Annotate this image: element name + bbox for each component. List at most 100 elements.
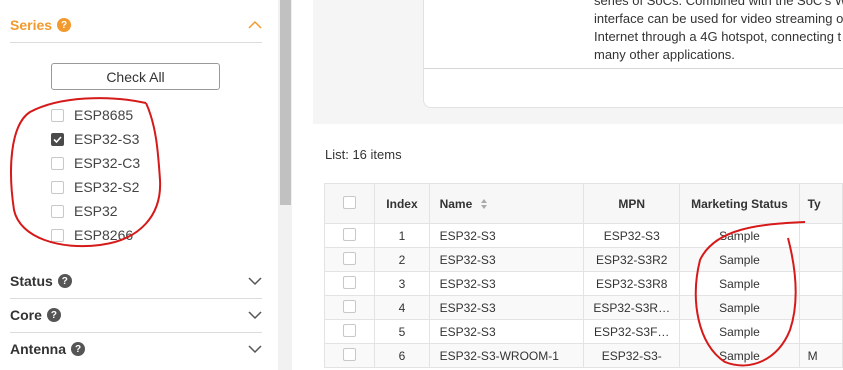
column-header-name[interactable]: Name [428,183,585,224]
column-header-label: Name [439,196,473,211]
antenna-filter-header[interactable]: Antenna ? [10,332,262,366]
row-checkbox[interactable] [343,347,357,361]
series-option-esp32-s2[interactable]: ESP32-S2 [51,175,211,199]
cell-index: 1 [374,223,430,248]
cell-name: ESP32-S3 [428,271,585,296]
list-item-count: List: 16 items [325,147,402,162]
column-header-index[interactable]: Index [374,183,430,224]
cell-type [798,319,843,344]
table-row[interactable]: 1 ESP32-S3 ESP32-S3 Sample [323,223,843,248]
cell-marketing-status: Sample [679,319,800,344]
checkbox[interactable] [51,228,64,242]
cell-index: 4 [374,295,430,320]
series-checkbox-list: ESP8685 ESP32-S3 ESP32-C3 ESP32-S2 ESP32… [51,103,211,247]
core-filter-header[interactable]: Core ? [10,298,262,333]
description-text: series of SoCs. Combined with the SoC's … [594,0,843,64]
table-row[interactable]: 3 ESP32-S3 ESP32-S3R8 Sample [323,271,843,296]
sidebar-scrollbar-thumb[interactable] [280,0,291,205]
status-title-label: Status [10,273,53,289]
series-option-esp32[interactable]: ESP32 [51,199,211,223]
row-select-cell [323,319,376,344]
cell-marketing-status: Sample [679,247,800,272]
description-line: many other applications. [594,47,735,62]
cell-mpn: ESP32-S3R8 [583,271,681,296]
cell-name: ESP32-S3-WROOM-1 [428,343,585,368]
cell-mpn: ESP32-S3- [583,343,681,368]
help-icon[interactable]: ? [57,274,72,288]
table-row[interactable]: 4 ESP32-S3 ESP32-S3R… Sample [323,295,843,320]
row-checkbox[interactable] [343,251,357,265]
description-line: series of SoCs. Combined with the SoC's … [594,0,843,8]
cell-mpn: ESP32-S3R2 [583,247,681,272]
status-filter-header[interactable]: Status ? [10,264,262,299]
table-header-row: Index Name MPN Marketing Status Ty [323,183,843,224]
series-title-label: Series [10,17,53,33]
series-option-label: ESP32-S2 [74,179,140,195]
row-checkbox[interactable] [343,299,357,313]
cell-index: 3 [374,271,430,296]
checkbox[interactable] [51,204,64,218]
status-filter-title: Status ? [10,273,72,289]
column-header-marketing-status[interactable]: Marketing Status [679,183,800,224]
column-header-type[interactable]: Ty [798,183,843,224]
series-option-label: ESP8685 [74,107,134,123]
chevron-up-icon[interactable] [248,18,262,32]
sort-icon[interactable] [480,198,488,210]
series-option-esp8266[interactable]: ESP8266 [51,223,211,247]
cell-name: ESP32-S3 [428,223,585,248]
series-option-label: ESP8266 [74,227,134,243]
checkbox[interactable] [51,180,64,194]
cell-type [798,247,843,272]
filter-sidebar: Series ? Check All ESP8685 ESP32-S3 ESP3… [0,0,278,370]
cell-mpn: ESP32-S3F… [583,319,681,344]
row-select-cell [323,247,376,272]
cell-name: ESP32-S3 [428,295,585,320]
select-all-checkbox[interactable] [343,195,357,209]
antenna-filter-title: Antenna ? [10,341,85,357]
row-checkbox[interactable] [343,275,357,289]
core-title-label: Core [10,307,42,323]
check-all-button[interactable]: Check All [51,63,220,90]
product-table: Index Name MPN Marketing Status Ty 1 ESP… [323,183,843,368]
cell-name: ESP32-S3 [428,247,585,272]
cell-marketing-status: Sample [679,271,800,296]
cell-type: M [798,343,843,368]
series-option-esp8685[interactable]: ESP8685 [51,103,211,127]
checkbox[interactable] [51,156,64,170]
row-checkbox[interactable] [343,323,357,337]
description-line: interface can be used for video streamin… [594,11,843,26]
select-all-cell [323,183,376,224]
table-row[interactable]: 5 ESP32-S3 ESP32-S3F… Sample [323,319,843,344]
help-icon[interactable]: ? [46,308,61,322]
cell-index: 5 [374,319,430,344]
cell-marketing-status: Sample [679,295,800,320]
description-line: Internet through a 4G hotspot, connectin… [594,29,842,44]
column-header-mpn[interactable]: MPN [583,183,681,224]
table-row[interactable]: 2 ESP32-S3 ESP32-S3R2 Sample [323,247,843,272]
cell-marketing-status: Sample [679,223,800,248]
series-option-label: ESP32-C3 [74,155,141,171]
checkbox-checked[interactable] [51,132,64,146]
description-card: series of SoCs. Combined with the SoC's … [423,0,843,108]
cell-mpn: ESP32-S3R… [583,295,681,320]
chevron-down-icon[interactable] [248,342,262,356]
table-row[interactable]: 6 ESP32-S3-WROOM-1 ESP32-S3- Sample M [323,343,843,368]
row-select-cell [323,223,376,248]
series-option-esp32-s3[interactable]: ESP32-S3 [51,127,211,151]
cell-mpn: ESP32-S3 [583,223,681,248]
cell-name: ESP32-S3 [428,319,585,344]
help-icon[interactable]: ? [71,342,85,356]
checkbox[interactable] [51,108,64,122]
row-checkbox[interactable] [343,227,357,241]
chevron-down-icon[interactable] [248,274,262,288]
series-filter-title: Series ? [10,17,72,33]
antenna-title-label: Antenna [10,341,66,357]
series-filter-header[interactable]: Series ? [10,8,262,43]
series-option-label: ESP32 [74,203,118,219]
divider [424,68,843,69]
chevron-down-icon[interactable] [248,308,262,322]
core-filter-title: Core ? [10,307,61,323]
series-option-label: ESP32-S3 [74,131,140,147]
series-option-esp32-c3[interactable]: ESP32-C3 [51,151,211,175]
help-icon[interactable]: ? [57,18,72,32]
